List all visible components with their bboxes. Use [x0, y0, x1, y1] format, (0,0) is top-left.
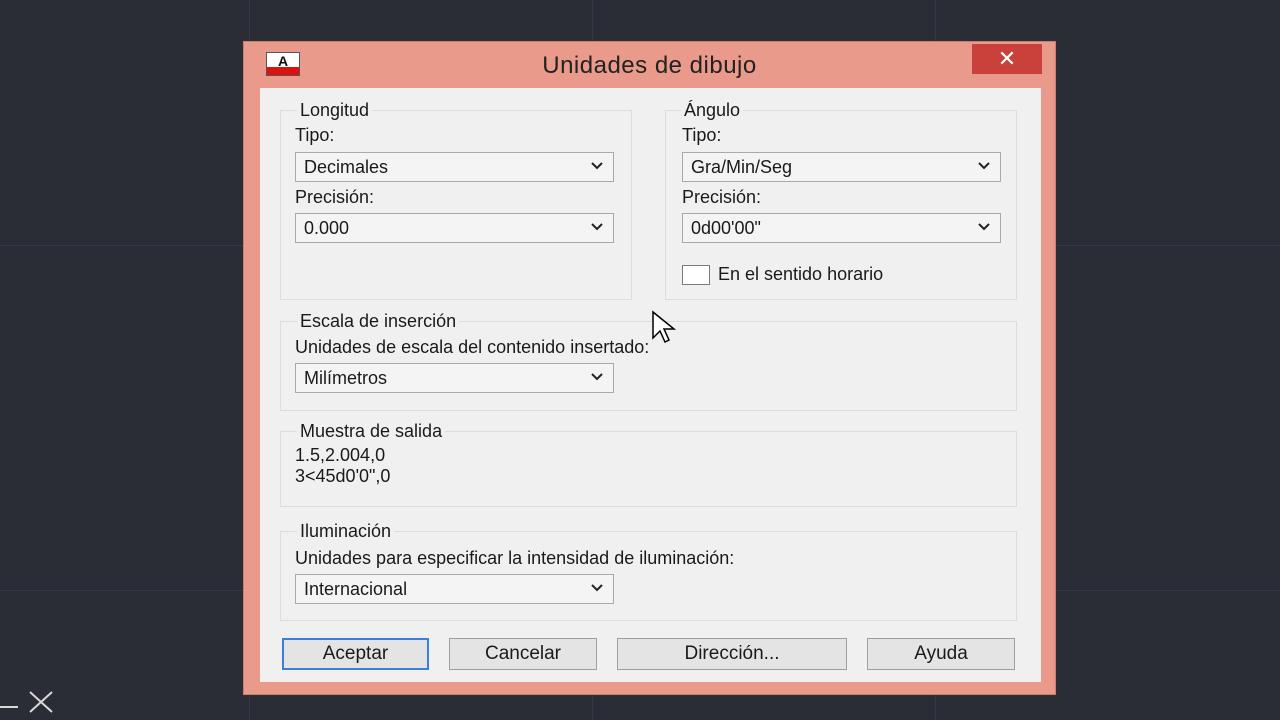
insertion-scale-select[interactable]: Milímetros: [295, 363, 614, 393]
lighting-label: Unidades para especificar la intensidad …: [295, 548, 735, 568]
lighting-legend: Iluminación: [297, 521, 395, 542]
units-dialog: A Unidades de dibujo ✕ Longitud Tipo: De…: [243, 41, 1056, 695]
lighting-value: Internacional: [304, 579, 408, 599]
clockwise-checkbox[interactable]: [682, 265, 710, 285]
insertion-scale-legend: Escala de inserción: [297, 311, 460, 332]
chevron-down-icon: [591, 584, 603, 592]
clockwise-label[interactable]: En el sentido horario: [718, 264, 883, 285]
sample-output-line1: 1.5,2.004,0: [295, 445, 386, 465]
sample-output-legend: Muestra de salida: [297, 421, 446, 442]
close-button[interactable]: ✕: [972, 44, 1042, 74]
dialog-body: Longitud Tipo: Decimales Precisión: 0.00…: [260, 88, 1041, 682]
title-bar[interactable]: A Unidades de dibujo ✕: [244, 42, 1055, 88]
angle-type-label: Tipo:: [682, 125, 722, 145]
length-type-select[interactable]: Decimales: [295, 152, 614, 182]
lighting-select[interactable]: Internacional: [295, 574, 614, 604]
angle-type-select[interactable]: Gra/Min/Seg: [682, 152, 1001, 182]
length-type-label: Tipo:: [295, 125, 335, 145]
cancel-button[interactable]: Cancelar: [449, 638, 597, 670]
insertion-scale-label: Unidades de escala del contenido inserta…: [295, 337, 650, 357]
help-button[interactable]: Ayuda: [867, 638, 1015, 670]
angle-type-value: Gra/Min/Seg: [691, 157, 793, 177]
length-precision-select[interactable]: 0.000: [295, 213, 614, 243]
chevron-down-icon: [978, 223, 990, 231]
angle-precision-label: Precisión:: [682, 187, 762, 207]
mouse-cursor-icon: [652, 310, 677, 344]
length-precision-label: Precisión:: [295, 187, 375, 207]
dialog-title: Unidades de dibujo: [542, 52, 757, 79]
angle-precision-select[interactable]: 0d00'00": [682, 213, 1001, 243]
angle-legend: Ángulo: [681, 100, 744, 121]
chevron-down-icon: [591, 223, 603, 231]
ucs-icon: [0, 688, 64, 720]
sample-output-line2: 3<45d0'0",0: [295, 466, 391, 486]
insertion-scale-value: Milímetros: [304, 368, 388, 388]
chevron-down-icon: [978, 162, 990, 170]
length-legend: Longitud: [297, 100, 373, 121]
chevron-down-icon: [591, 162, 603, 170]
direction-button[interactable]: Dirección...: [617, 638, 847, 670]
angle-precision-value: 0d00'00": [691, 218, 761, 238]
chevron-down-icon: [591, 373, 603, 381]
ok-button[interactable]: Aceptar: [282, 638, 429, 670]
sample-output-group: [280, 431, 1017, 507]
length-type-value: Decimales: [304, 157, 389, 177]
length-precision-value: 0.000: [304, 218, 350, 238]
